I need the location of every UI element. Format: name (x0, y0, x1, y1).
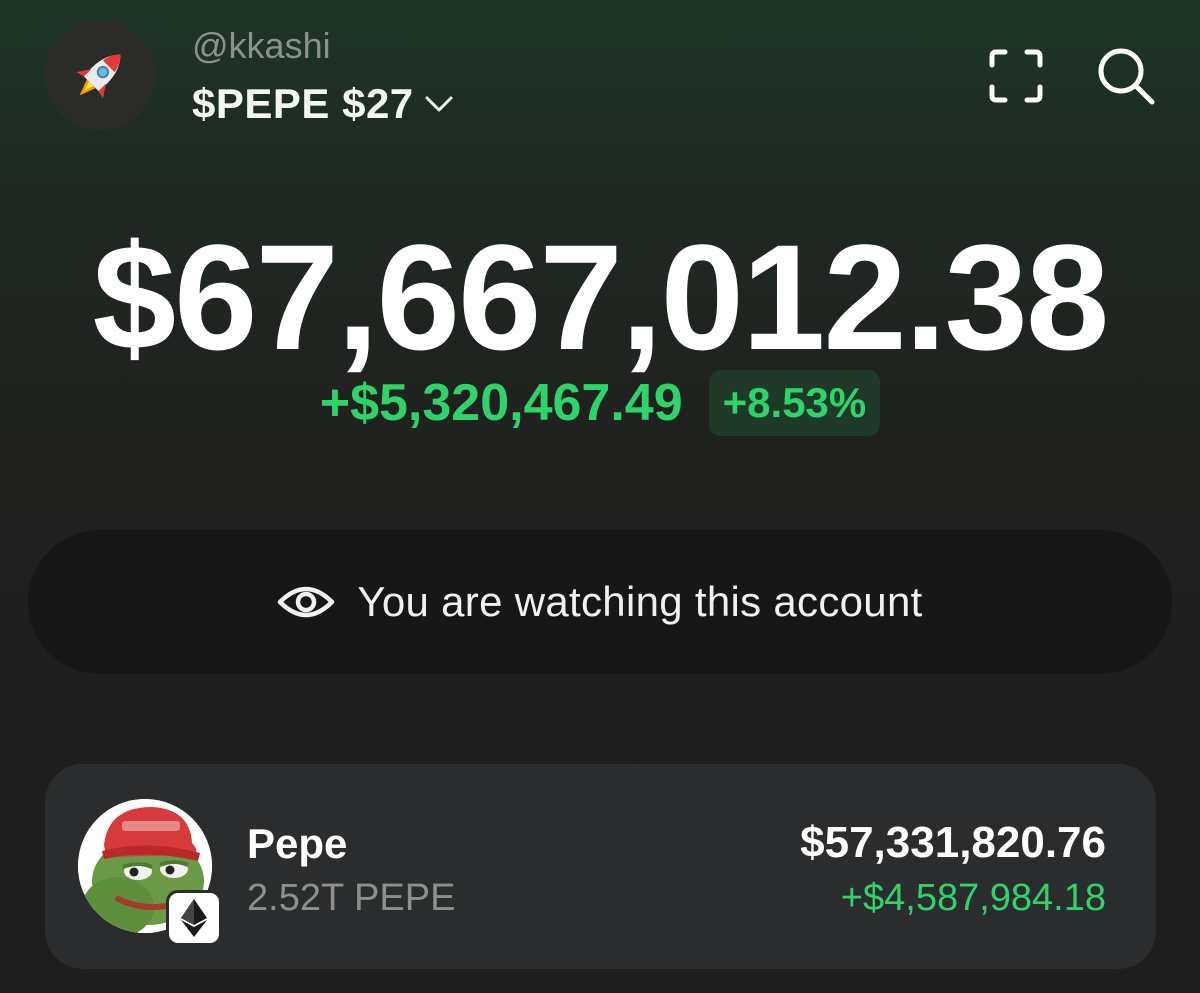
watching-text: You are watching this account (357, 578, 923, 625)
ethereum-icon (166, 890, 222, 946)
search-button[interactable] (1094, 44, 1158, 108)
account-selector[interactable]: $PEPE $27 (192, 78, 454, 130)
avatar[interactable] (45, 20, 155, 130)
rocket-icon (76, 54, 121, 99)
account-label: $PEPE $27 (192, 80, 414, 127)
username: @kkashi (192, 25, 331, 66)
token-change: +$4,587,984.18 (840, 877, 1106, 919)
token-amount: 2.52T PEPE (247, 877, 456, 919)
token-name: Pepe (247, 820, 348, 867)
scan-icon (989, 49, 1043, 103)
change-percent-badge: +8.53% (708, 370, 881, 436)
watching-banner: You are watching this account (28, 530, 1172, 674)
portfolio-balance: $67,667,012.38 (92, 213, 1110, 381)
scan-button[interactable] (984, 44, 1048, 108)
token-value: $57,331,820.76 (800, 818, 1106, 867)
change-amount: +$5,320,467.49 (319, 374, 683, 432)
portfolio-change: +$5,320,467.49 +8.53% (0, 370, 1200, 436)
eye-icon (278, 586, 335, 618)
chevron-down-icon (425, 96, 453, 112)
search-icon (1098, 48, 1155, 105)
token-row-pepe[interactable]: Pepe 2.52T PEPE $57,331,820.76 +$4,587,9… (45, 764, 1156, 969)
